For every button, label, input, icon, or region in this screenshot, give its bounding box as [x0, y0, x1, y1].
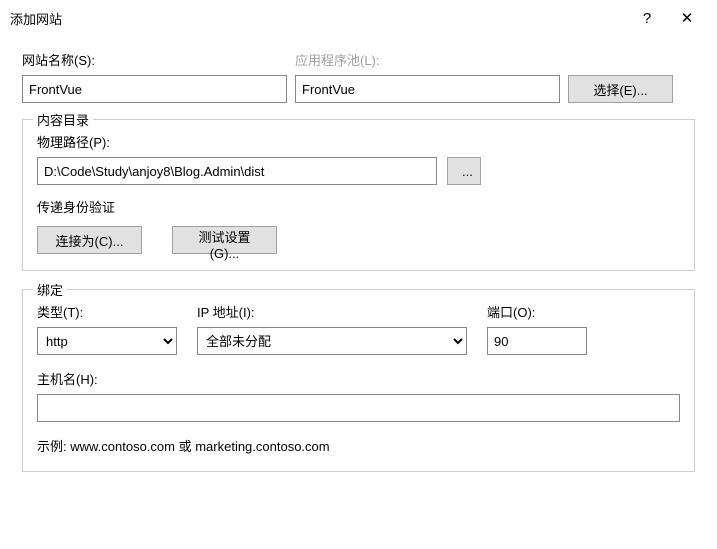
help-button[interactable]: ? [627, 10, 667, 27]
select-apppool-button[interactable]: 选择(E)... [568, 75, 673, 103]
apppool-input [295, 75, 560, 103]
ip-select[interactable]: 全部未分配 [197, 327, 467, 355]
type-label: 类型(T): [37, 302, 177, 321]
hostname-example-text: 示例: www.contoso.com 或 marketing.contoso.… [37, 436, 680, 455]
port-input[interactable] [487, 327, 587, 355]
sitename-label: 网站名称(S): [22, 50, 287, 69]
physical-path-label: 物理路径(P): [37, 132, 680, 151]
type-select[interactable]: http [37, 327, 177, 355]
ip-label: IP 地址(I): [197, 302, 467, 321]
binding-group: 绑定 类型(T): http IP 地址(I): 全部未分配 端口(O): 主机… [22, 289, 695, 472]
sitename-input[interactable] [22, 75, 287, 103]
port-label: 端口(O): [487, 302, 587, 321]
passthrough-auth-label: 传递身份验证 [37, 197, 680, 216]
dialog-title: 添加网站 [10, 9, 627, 28]
content-directory-group: 内容目录 物理路径(P): ... 传递身份验证 连接为(C)... 测试设置(… [22, 119, 695, 271]
browse-path-button[interactable]: ... [447, 157, 481, 185]
hostname-label: 主机名(H): [37, 369, 680, 388]
connect-as-button[interactable]: 连接为(C)... [37, 226, 142, 254]
test-settings-button[interactable]: 测试设置(G)... [172, 226, 277, 254]
apppool-label: 应用程序池(L): [295, 50, 560, 69]
physical-path-input[interactable] [37, 157, 437, 185]
close-button[interactable]: ✕ [667, 9, 707, 27]
titlebar: 添加网站 ? ✕ [0, 0, 717, 30]
hostname-input[interactable] [37, 394, 680, 422]
binding-legend: 绑定 [33, 280, 67, 299]
content-directory-legend: 内容目录 [33, 110, 93, 129]
